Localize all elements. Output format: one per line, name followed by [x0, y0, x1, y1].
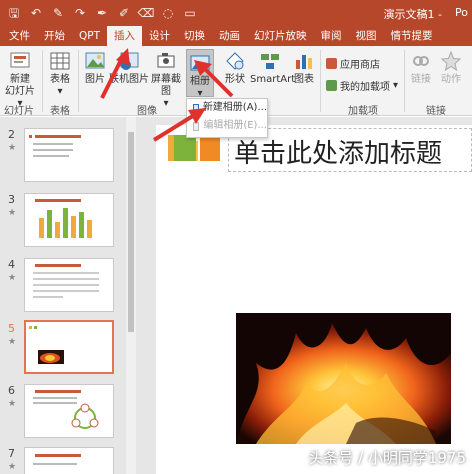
ribbon-tab-bar: 文件 开始 QPT 插入 设计 切换 动画 幻灯片放映 审阅 视图 情节提要	[0, 26, 472, 46]
tab-review[interactable]: 审阅	[314, 26, 349, 46]
action-label: 动作	[441, 74, 461, 85]
slide-number: 6	[8, 384, 15, 397]
chart-button[interactable]: 图表	[292, 50, 316, 86]
group-separator	[320, 50, 321, 112]
slide-number: 7	[8, 447, 15, 460]
chart-label: 图表	[294, 74, 314, 85]
tab-insert[interactable]: 插入	[107, 26, 143, 46]
app-name-truncated: Po	[455, 6, 468, 19]
screenshot-label: 屏幕截图	[151, 74, 181, 97]
tab-file[interactable]: 文件	[2, 26, 37, 46]
action-button[interactable]: 动作	[436, 50, 466, 86]
annotation-arrow-new-album	[152, 108, 206, 142]
group-label-addins: 加载项	[348, 106, 378, 117]
new-album-label: 新建相册(A)...	[202, 102, 267, 113]
group-separator	[42, 50, 43, 112]
powerpoint-window: 🖫 ↶ ✎ ↷ ✒ ✐ ⌫ ◌ ▭ 演示文稿1 - Po 文件 开始 QPT 插…	[0, 0, 472, 474]
highlighter-icon[interactable]: ✐	[114, 4, 134, 22]
thumbnail-preview	[35, 199, 92, 238]
animation-star-icon: ★	[8, 143, 17, 153]
slide-thumbnail-2[interactable]	[24, 128, 114, 182]
thumbnail-preview	[33, 264, 99, 298]
action-star-icon	[440, 50, 462, 72]
animation-star-icon: ★	[8, 273, 17, 283]
smartart-label: SmartArt	[250, 74, 296, 85]
eraser-icon[interactable]: ⌫	[136, 4, 156, 22]
annotation-arrow-album	[194, 60, 234, 98]
title-bar: 🖫 ↶ ✎ ↷ ✒ ✐ ⌫ ◌ ▭ 演示文稿1 - Po	[0, 0, 472, 26]
quick-access-toolbar: 🖫 ↶ ✎ ↷ ✒ ✐ ⌫ ◌ ▭	[4, 4, 200, 22]
thumbnail-scrollbar-thumb[interactable]	[128, 132, 134, 332]
slide-thumbnail-5-selected[interactable]	[24, 320, 114, 374]
tab-home[interactable]: 开始	[37, 26, 72, 46]
slide-thumbnail-7[interactable]	[24, 447, 114, 474]
new-slide-icon	[10, 52, 30, 68]
my-addins-button[interactable]: 我的加载项 ▾	[326, 78, 398, 93]
table-icon	[50, 52, 70, 70]
annotation-arrow-insert-tab	[100, 48, 130, 99]
store-icon	[326, 58, 337, 69]
tab-design[interactable]: 设计	[142, 26, 177, 46]
fire-picture[interactable]	[236, 313, 451, 444]
animation-star-icon: ★	[8, 462, 17, 472]
pen-icon[interactable]: ✒	[92, 4, 112, 22]
slide-number: 4	[8, 258, 15, 271]
group-label-slides: 幻灯片	[4, 106, 34, 117]
screenshot-button[interactable]: 屏幕截图 ▾	[148, 50, 184, 110]
link-icon	[413, 56, 429, 66]
screenshot-icon	[157, 53, 175, 68]
link-label: 链接	[411, 74, 431, 85]
smartart-icon	[261, 54, 279, 69]
smartart-button[interactable]: SmartArt	[250, 50, 295, 86]
group-separator	[404, 50, 405, 112]
new-slide-button[interactable]: 新建 幻灯片 ▾	[2, 50, 38, 110]
slide-number: 3	[8, 193, 15, 206]
tab-animations[interactable]: 动画	[212, 26, 247, 46]
animation-star-icon: ★	[8, 337, 17, 347]
slide-number: 2	[8, 128, 15, 141]
group-label-tables: 表格	[50, 106, 70, 117]
thumbnail-preview	[33, 454, 81, 465]
store-label: 应用商店	[340, 60, 380, 71]
animation-star-icon: ★	[8, 208, 17, 218]
tab-transitions[interactable]: 切换	[177, 26, 212, 46]
edit-album-label: 编辑相册(E)...	[203, 120, 267, 131]
tab-slideshow[interactable]: 幻灯片放映	[247, 26, 314, 46]
group-label-links: 链接	[426, 106, 446, 117]
thumbnail-preview	[29, 326, 64, 364]
link-button[interactable]: 链接	[408, 50, 434, 86]
save-icon[interactable]: 🖫	[4, 4, 24, 22]
slide-thumbnail-4[interactable]	[24, 258, 114, 312]
watermark-text: 头条号 / 小明同学1975	[308, 449, 466, 467]
tab-view[interactable]: 视图	[349, 26, 384, 46]
redo-icon[interactable]: ↷	[70, 4, 90, 22]
undo-icon[interactable]: ↶	[26, 4, 46, 22]
my-addins-label: 我的加载项	[340, 82, 390, 93]
store-button[interactable]: 应用商店	[326, 56, 380, 71]
thumbnail-preview	[29, 135, 81, 157]
format-painter-icon[interactable]: ✎	[48, 4, 68, 22]
new-slide-label: 新建	[10, 74, 30, 85]
animation-star-icon: ★	[8, 399, 17, 409]
chart-icon	[296, 55, 312, 69]
slide-number-selected: 5	[8, 322, 15, 335]
thumbnail-preview	[33, 390, 99, 429]
lasso-icon[interactable]: ◌	[158, 4, 178, 22]
title-placeholder-text[interactable]: 单击此处添加标题	[234, 133, 442, 170]
slide-thumbnail-6[interactable]	[24, 384, 114, 438]
document-title: 演示文稿1 -	[383, 8, 442, 21]
table-button[interactable]: 表格 ▾	[46, 50, 74, 98]
tab-qpt[interactable]: QPT	[72, 26, 107, 46]
slide-thumbnail-3[interactable]	[24, 193, 114, 247]
table-label: 表格	[50, 74, 70, 85]
my-addins-icon	[326, 80, 337, 91]
shapes-icon[interactable]: ▭	[180, 4, 200, 22]
tab-storyboard[interactable]: 情节提要	[384, 26, 440, 46]
group-separator	[78, 50, 79, 112]
